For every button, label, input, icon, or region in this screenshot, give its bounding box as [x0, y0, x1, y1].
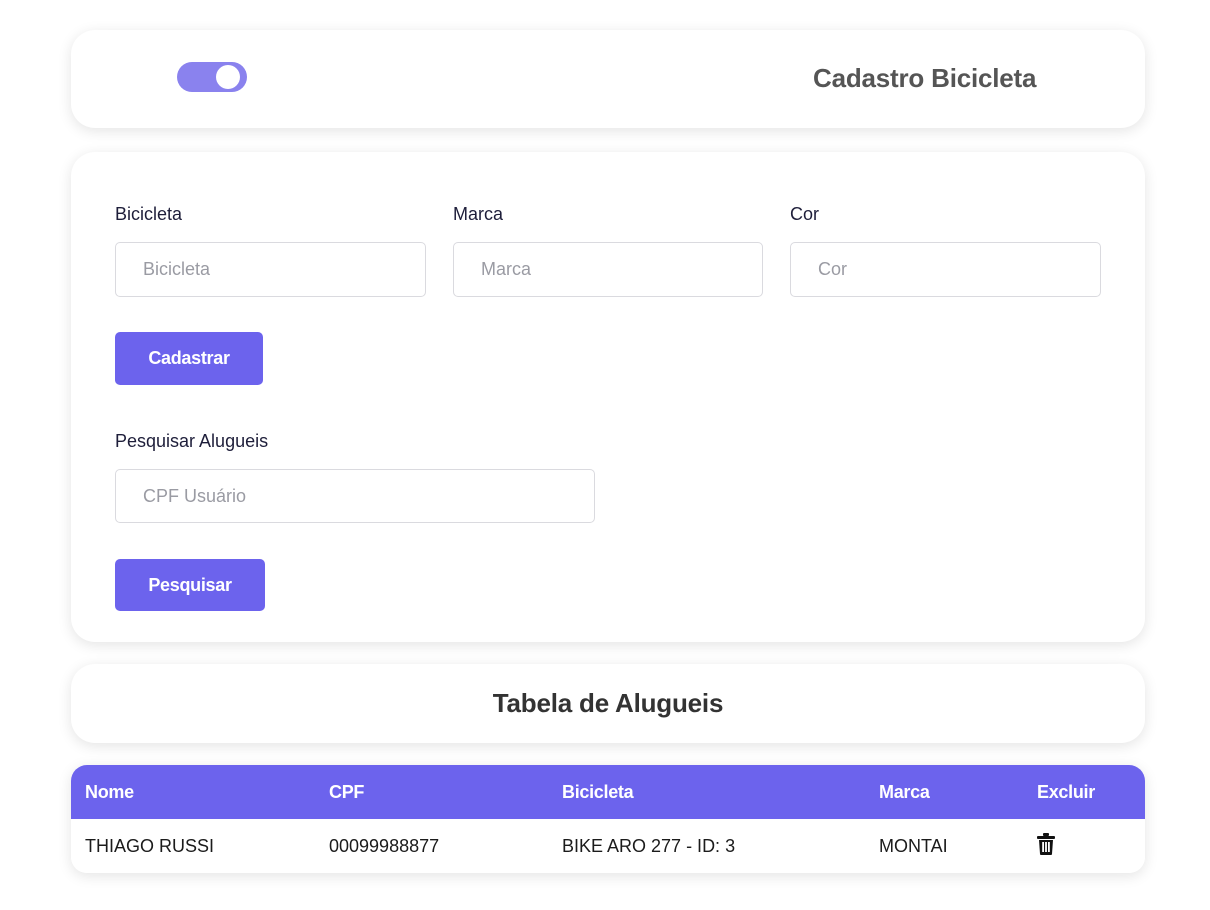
bicicleta-input[interactable] — [115, 242, 426, 297]
cell-marca: MONTAI — [879, 836, 948, 856]
header-card: Cadastro Bicicleta — [71, 30, 1145, 128]
marca-input[interactable] — [453, 242, 763, 297]
table-title: Tabela de Alugueis — [492, 688, 724, 718]
bike-form-card: Bicicleta Marca Cor Cadastrar Pesquisar … — [71, 152, 1145, 642]
cadastrar-button[interactable]: Cadastrar — [115, 332, 263, 385]
search-label: Pesquisar Alugueis — [115, 431, 269, 451]
table-header-row: Nome CPF Bicicleta Marca Excluir — [71, 765, 1145, 819]
cell-nome: THIAGO RUSSI — [85, 836, 215, 856]
cell-bicicleta: BIKE ARO 277 - ID: 3 — [562, 836, 736, 856]
cor-label: Cor — [790, 204, 820, 224]
page-title: Cadastro Bicicleta — [813, 63, 1037, 93]
marca-label: Marca — [453, 204, 504, 224]
pesquisar-button[interactable]: Pesquisar — [115, 559, 265, 611]
cpf-search-input[interactable] — [115, 469, 595, 523]
column-header-bicicleta: Bicicleta — [562, 782, 634, 802]
toggle-knob — [216, 65, 240, 89]
column-header-nome: Nome — [85, 782, 134, 802]
column-header-cpf: CPF — [329, 782, 365, 802]
column-header-excluir: Excluir — [1037, 782, 1095, 802]
cor-input[interactable] — [790, 242, 1101, 297]
table-row: THIAGO RUSSI 00099988877 BIKE ARO 277 - … — [71, 819, 1145, 873]
trash-icon[interactable] — [1037, 833, 1055, 855]
bicicleta-label: Bicicleta — [115, 204, 183, 224]
table-title-card: Tabela de Alugueis — [71, 664, 1145, 743]
cell-cpf: 00099988877 — [329, 836, 440, 856]
column-header-marca: Marca — [879, 782, 930, 802]
rentals-table: Nome CPF Bicicleta Marca Excluir THIAGO … — [71, 765, 1145, 873]
theme-toggle[interactable] — [177, 62, 247, 92]
